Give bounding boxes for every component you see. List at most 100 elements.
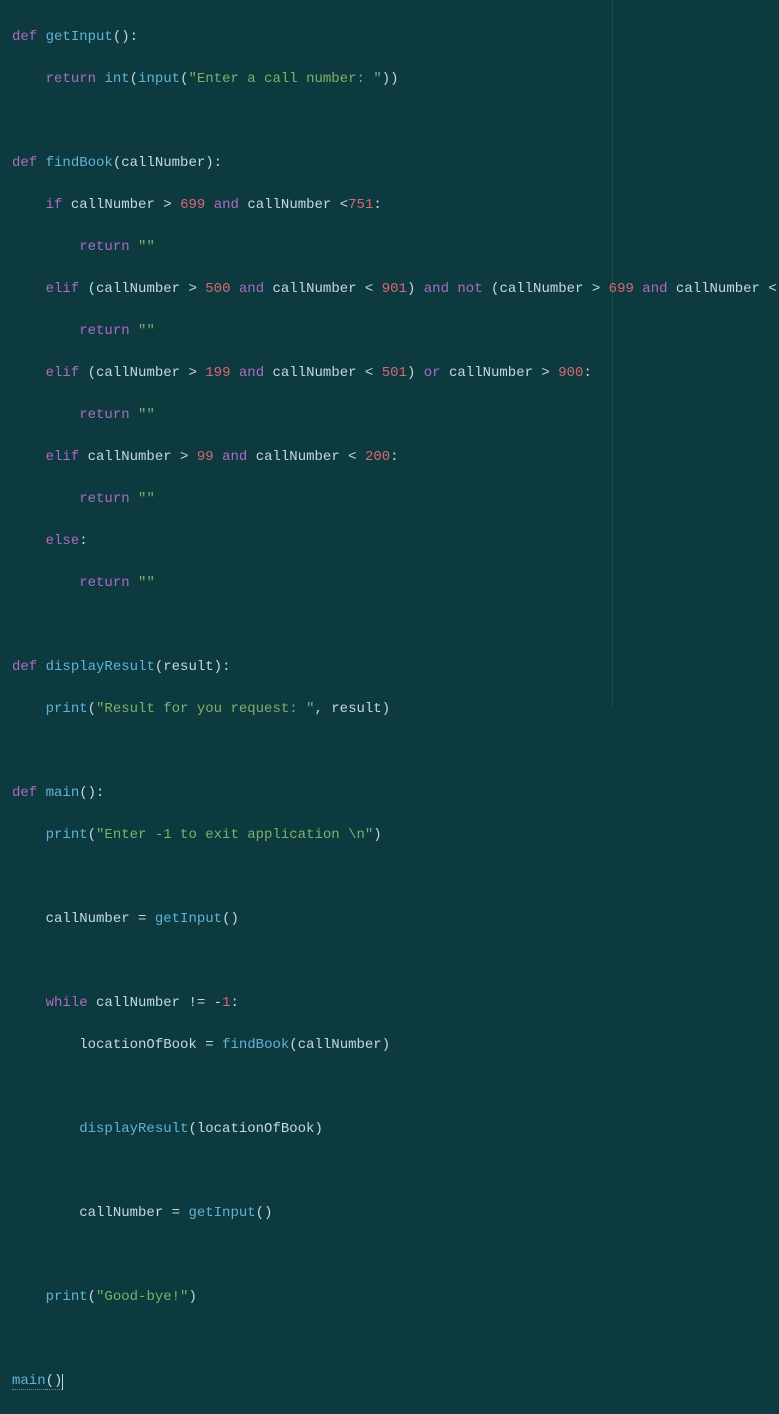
operator: < [357,365,382,381]
string-literal: "Good-bye!" [96,1289,188,1305]
variable: callNumber [96,281,180,297]
punctuation: () [256,1205,273,1221]
number-literal: 500 [205,281,230,297]
keyword-elif: elif [46,281,80,297]
number-literal: 901 [382,281,407,297]
code-line-blank[interactable] [12,1329,767,1350]
code-line[interactable]: if callNumber > 699 and callNumber <751: [12,195,767,216]
operator: > [533,365,558,381]
code-line[interactable]: elif (callNumber > 500 and callNumber < … [12,279,767,300]
number-literal: 900 [558,365,583,381]
code-line[interactable]: return "" [12,405,767,426]
keyword-and: and [642,281,667,297]
string-literal: "" [138,323,155,339]
punctuation: (): [79,785,104,801]
punctuation: ) [373,827,381,843]
punctuation: ( [188,1121,196,1137]
number-literal: 699 [180,197,205,213]
number-literal: 199 [205,365,230,381]
code-line[interactable]: return "" [12,573,767,594]
code-line[interactable]: displayResult(locationOfBook) [12,1119,767,1140]
punctuation: (): [113,29,138,45]
string-literal: "Result for you request: " [96,701,314,717]
code-line[interactable]: callNumber = getInput() [12,1203,767,1224]
keyword-and: and [214,197,239,213]
variable: locationOfBook [79,1037,197,1053]
code-line[interactable]: print("Enter -1 to exit application \n") [12,825,767,846]
number-literal: 501 [382,365,407,381]
operator: > [583,281,608,297]
variable: callNumber [273,365,357,381]
punctuation: ( [289,1037,297,1053]
function-name: getInput [46,29,113,45]
function-call: getInput [155,911,222,927]
code-line[interactable]: while callNumber != -1: [12,993,767,1014]
operator: > [155,197,180,213]
keyword-while: while [46,995,88,1011]
variable: callNumber [247,197,331,213]
code-editor[interactable]: def getInput(): return int(input("Enter … [0,0,779,1414]
keyword-return: return [79,323,129,339]
code-line-blank[interactable] [12,1161,767,1182]
code-line-blank[interactable] [12,741,767,762]
punctuation: , [314,701,331,717]
code-line-blank[interactable] [12,111,767,132]
string-literal: "" [138,575,155,591]
code-line[interactable]: elif callNumber > 99 and callNumber < 20… [12,447,767,468]
code-line-blank[interactable] [12,867,767,888]
code-line[interactable]: print("Good-bye!") [12,1287,767,1308]
variable: result [331,701,381,717]
code-line-blank[interactable] [12,951,767,972]
builtin-input: input [138,71,180,87]
code-line[interactable]: return "" [12,489,767,510]
code-line[interactable]: def displayResult(result): [12,657,767,678]
punctuation: : [230,995,238,1011]
function-name: findBook [46,155,113,171]
builtin-print: print [46,701,88,717]
variable: callNumber [499,281,583,297]
code-line[interactable]: return "" [12,321,767,342]
punctuation: ) [382,1037,390,1053]
code-line[interactable]: return "" [12,237,767,258]
code-line[interactable]: print("Result for you request: ", result… [12,699,767,720]
code-line[interactable]: def findBook(callNumber): [12,153,767,174]
code-line[interactable]: elif (callNumber > 199 and callNumber < … [12,363,767,384]
code-line[interactable]: def main(): [12,783,767,804]
function-name: main [46,785,80,801]
keyword-and: and [424,281,449,297]
code-line-blank[interactable] [12,1245,767,1266]
code-line-blank[interactable] [12,615,767,636]
punctuation: : [583,365,591,381]
variable: callNumber [256,449,340,465]
keyword-not: not [457,281,482,297]
code-line[interactable]: locationOfBook = findBook(callNumber) [12,1035,767,1056]
keyword-def: def [12,785,37,801]
code-line[interactable]: else: [12,531,767,552]
code-line[interactable]: callNumber = getInput() [12,909,767,930]
keyword-elif: elif [46,365,80,381]
keyword-return: return [79,491,129,507]
keyword-elif: elif [46,449,80,465]
punctuation: ) [407,365,424,381]
punctuation: ( [79,365,96,381]
code-line[interactable]: def getInput(): [12,27,767,48]
code-line[interactable]: return int(input("Enter a call number: "… [12,69,767,90]
code-line-blank[interactable] [12,1077,767,1098]
variable: callNumber [273,281,357,297]
keyword-def: def [12,155,37,171]
operator: < [357,281,382,297]
keyword-and: and [239,365,264,381]
punctuation: ( [130,71,138,87]
punctuation: : [79,533,87,549]
operator: > [180,281,205,297]
punctuation: ): [205,155,222,171]
keyword-return: return [46,71,96,87]
variable: callNumber [676,281,760,297]
keyword-return: return [79,239,129,255]
variable: callNumber [88,449,172,465]
punctuation: () [46,1373,63,1390]
code-line[interactable]: main() [12,1371,767,1392]
builtin-int: int [104,71,129,87]
punctuation: ( [113,155,121,171]
variable: callNumber [71,197,155,213]
